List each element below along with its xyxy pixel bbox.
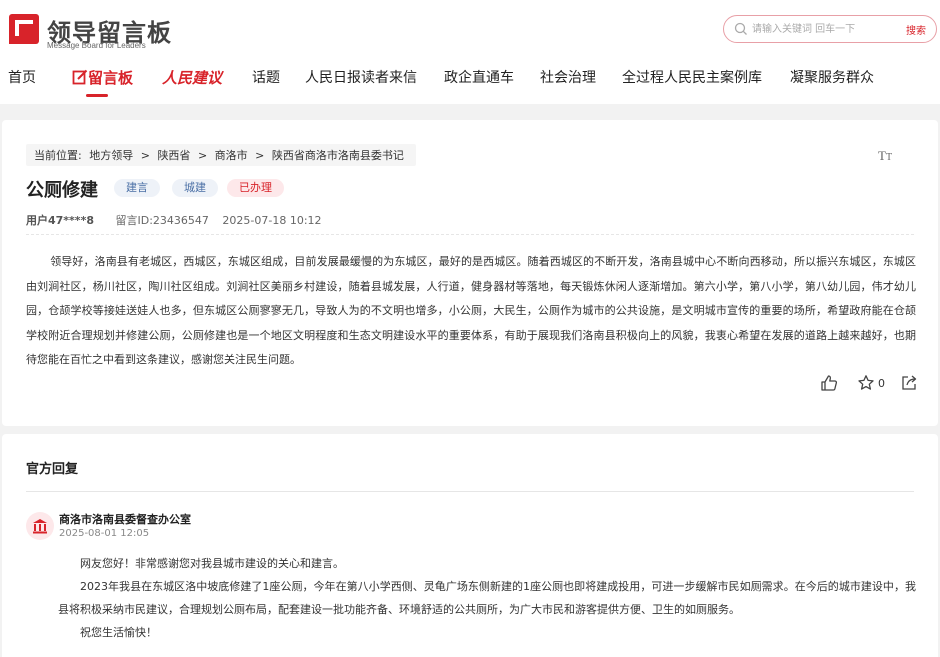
site-header: 领导留言板 Message Board for Leaders 搜索 首页 留言… (0, 0, 940, 104)
reply-paragraph: 祝您生活愉快！ (80, 626, 157, 639)
breadcrumb-separator: > (140, 149, 150, 162)
message-id: 留言ID:23436547 (115, 214, 209, 227)
breadcrumb-local-leaders[interactable]: 地方领导 (89, 149, 133, 162)
breadcrumb-province[interactable]: 陕西省 (157, 149, 190, 162)
divider (26, 491, 914, 492)
nav-topics[interactable]: 话题 (252, 67, 280, 87)
reply-time: 2025-08-01 12:05 (59, 528, 150, 539)
breadcrumb-city[interactable]: 商洛市 (215, 149, 248, 162)
reply-heading: 官方回复 (26, 462, 79, 477)
page-title: 公厕修建 (26, 180, 98, 201)
divider (26, 234, 914, 235)
search-box: 搜索 (723, 15, 937, 43)
breadcrumb-separator: > (197, 149, 208, 162)
main-nav: 首页 留言板 人民建议 话题 人民日报读者来信 政企直通车 社会治理 全过程人民… (0, 64, 940, 96)
logo-subtitle: Message Board for Leaders (47, 41, 146, 50)
nav-readers-letters[interactable]: 人民日报读者来信 (305, 67, 417, 87)
nav-active-indicator (86, 94, 108, 97)
nav-message-board[interactable]: 留言板 (72, 67, 133, 88)
nav-gov-business[interactable]: 政企直通车 (444, 67, 514, 87)
user-name: 用户47****8 (26, 214, 94, 227)
status-badge: 已办理 (227, 179, 284, 197)
search-icon (734, 22, 747, 35)
star-icon[interactable] (857, 374, 875, 392)
nav-serve-masses[interactable]: 凝聚服务群众 (790, 67, 874, 87)
nav-home[interactable]: 首页 (8, 67, 36, 87)
edit-icon (72, 69, 88, 85)
nav-message-board-label: 留言板 (88, 69, 134, 87)
reply-content: 网友您好！非常感谢您对我县城市建设的关心和建言。 2023年我县在东城区洛中坡底… (58, 552, 916, 644)
thumbs-up-icon[interactable] (820, 374, 838, 392)
breadcrumb-separator: > (255, 149, 265, 162)
breadcrumb-prefix: 当前位置: (34, 149, 82, 162)
search-input[interactable] (752, 19, 892, 39)
message-content: 领导好，洛南县有老城区，西城区，东城区组成，目前发展最缓慢的为东城区，最好的是西… (26, 255, 916, 366)
government-building-icon (33, 519, 47, 534)
message-time: 2025-07-18 10:12 (222, 214, 322, 227)
font-size-icon[interactable]: TT (878, 148, 892, 164)
logo-mark-icon (9, 14, 39, 44)
tag-urban-construction: 城建 (172, 179, 218, 197)
reply-paragraph: 2023年我县在东城区洛中坡底修建了1座公厕，今年在第八小学西侧、灵龟广场东侧新… (58, 580, 916, 616)
nav-social-governance[interactable]: 社会治理 (540, 67, 596, 87)
site-logo[interactable]: 领导留言板 Message Board for Leaders (9, 10, 171, 50)
reply-paragraph: 网友您好！非常感谢您对我县城市建设的关心和建言。 (80, 557, 344, 570)
avatar (26, 512, 54, 540)
star-count: 0 (878, 377, 885, 390)
official-reply-card: 官方回复 商洛市洛南县委督查办公室 2025-08-01 12:05 网友您好！… (2, 434, 938, 657)
message-card: 当前位置: 地方领导 > 陕西省 > 商洛市 > 陕西省商洛市洛南县委书记 TT… (2, 120, 938, 426)
search-button[interactable]: 搜索 (906, 22, 926, 37)
tag-suggestion: 建言 (114, 179, 160, 197)
share-icon[interactable] (900, 374, 918, 392)
message-meta: 用户47****8 留言ID:23436547 2025-07-18 10:12 (26, 212, 322, 228)
nav-people-suggestion[interactable]: 人民建议 (162, 67, 222, 88)
reply-org-name: 商洛市洛南县委督查办公室 (59, 513, 191, 526)
breadcrumb-leader[interactable]: 陕西省商洛市洛南县委书记 (272, 149, 404, 162)
breadcrumb: 当前位置: 地方领导 > 陕西省 > 商洛市 > 陕西省商洛市洛南县委书记 (26, 144, 416, 166)
nav-democracy-cases[interactable]: 全过程人民民主案例库 (622, 67, 762, 87)
